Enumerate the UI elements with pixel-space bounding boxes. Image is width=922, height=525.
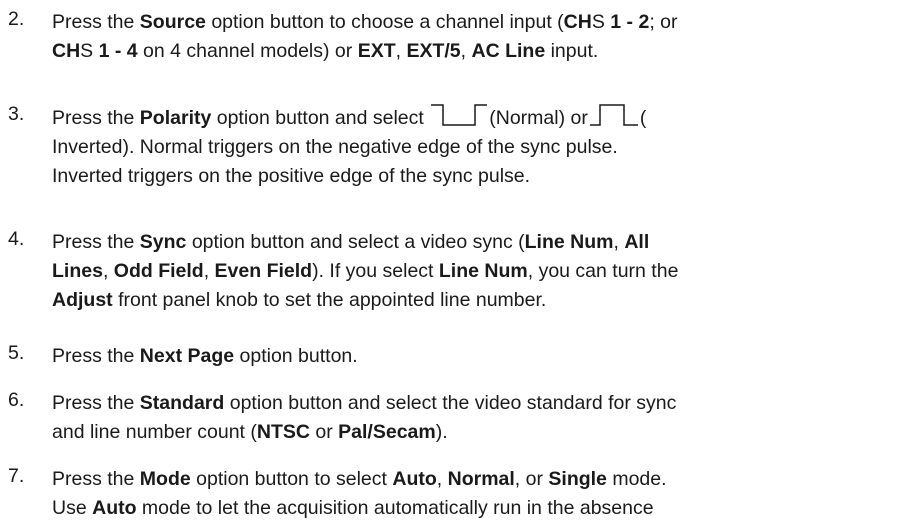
step-text: Press the Polarity option button and sel… — [52, 103, 914, 191]
step-text: Press the Standard option button and sel… — [52, 392, 677, 443]
step-number: 3. — [8, 103, 25, 125]
step-number: 5. — [8, 342, 25, 364]
step-number: 7. — [8, 465, 25, 487]
step-text: Press the Mode option button to select A… — [52, 468, 667, 519]
instruction-list: 2. Press the Source option button to cho… — [0, 0, 922, 525]
step-number: 6. — [8, 389, 25, 411]
step-text: Press the Sync option button and select … — [52, 231, 679, 311]
step-number: 2. — [8, 8, 25, 30]
step-number: 4. — [8, 228, 25, 250]
inverted-polarity-icon — [589, 104, 638, 126]
normal-polarity-icon — [431, 104, 488, 126]
step-text: Press the Source option button to choose… — [52, 11, 678, 62]
step-text: Press the Next Page option button. — [52, 345, 358, 367]
